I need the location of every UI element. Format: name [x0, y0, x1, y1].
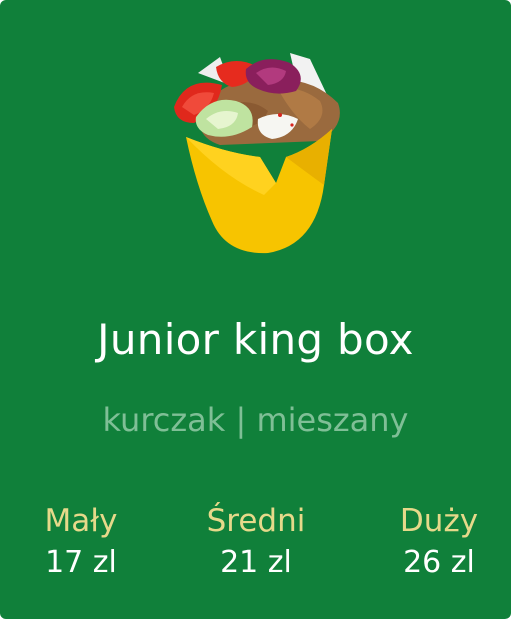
- product-card[interactable]: Junior king box kurczak | mieszany Mały …: [0, 0, 511, 619]
- size-label: Mały: [44, 503, 118, 539]
- product-variants: kurczak | mieszany: [102, 401, 409, 439]
- size-option-small[interactable]: Mały 17 zl: [0, 500, 166, 584]
- size-label: Średni: [206, 503, 306, 539]
- kebab-box-icon: [174, 53, 340, 254]
- size-price: 17 zl: [45, 545, 117, 580]
- chili-drop: [290, 123, 294, 127]
- size-option-large[interactable]: Duży 26 zl: [354, 500, 511, 584]
- size-label: Duży: [399, 503, 479, 539]
- size-options: Mały 17 zl Średni 21 zl Duży 26 zl: [0, 500, 511, 590]
- size-price: 21 zl: [220, 545, 292, 580]
- product-title: Junior king box: [97, 315, 414, 364]
- size-option-medium[interactable]: Średni 21 zl: [171, 500, 341, 584]
- size-price: 26 zl: [403, 545, 475, 580]
- chili-drop: [278, 113, 282, 117]
